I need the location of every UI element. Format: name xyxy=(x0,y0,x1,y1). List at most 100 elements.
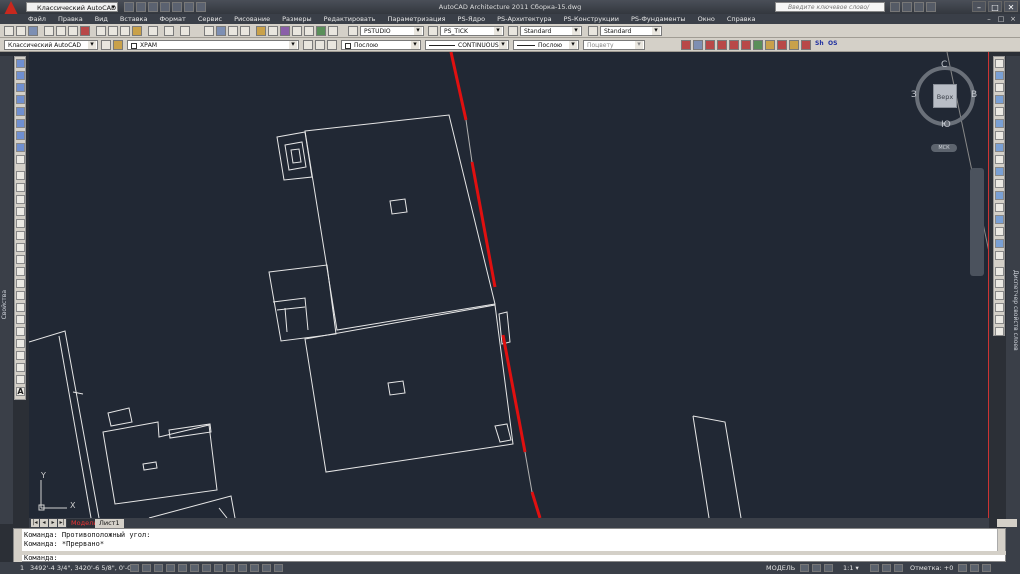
restore-button[interactable]: □ xyxy=(988,1,1002,12)
arc-icon[interactable] xyxy=(16,231,25,240)
spline-icon[interactable] xyxy=(16,267,25,276)
layer-state-icon[interactable] xyxy=(327,40,337,50)
doc-restore-icon[interactable]: □ xyxy=(996,15,1006,23)
zoom-previous-icon[interactable] xyxy=(240,26,250,36)
close-button[interactable]: ✕ xyxy=(1004,1,1018,12)
print-icon[interactable] xyxy=(44,26,54,36)
zoom-window-icon[interactable] xyxy=(228,26,238,36)
layer-properties-palette-label[interactable]: Диспетчер свойств слоев xyxy=(1008,270,1019,351)
lock-icon[interactable] xyxy=(958,564,967,572)
layer-previous-icon[interactable] xyxy=(315,40,325,50)
undo-icon[interactable] xyxy=(172,2,182,12)
menu-ps-architecture[interactable]: PS-Архитектура xyxy=(497,15,552,23)
mleader-style-select[interactable]: Standard xyxy=(600,26,662,36)
quickcalc-icon[interactable] xyxy=(316,26,326,36)
drawing-hscroll[interactable] xyxy=(997,519,1017,527)
doc-close-icon[interactable]: × xyxy=(1008,15,1018,23)
next-tab-arrow[interactable]: ▸ xyxy=(49,519,57,527)
scale-icon[interactable] xyxy=(995,155,1004,164)
rectangle-icon[interactable] xyxy=(16,219,25,228)
quick-view-layouts-icon[interactable] xyxy=(800,564,809,572)
save-icon[interactable] xyxy=(148,2,158,12)
paste-icon[interactable] xyxy=(120,26,130,36)
pan-icon[interactable] xyxy=(204,26,214,36)
ps-tool-2-icon[interactable] xyxy=(693,40,703,50)
mleader-style-icon[interactable] xyxy=(588,26,598,36)
ellipse-icon[interactable] xyxy=(16,279,25,288)
ps-tool-7-icon[interactable] xyxy=(753,40,763,50)
sheet-set-icon[interactable] xyxy=(292,26,302,36)
ps-tool-8-icon[interactable] xyxy=(765,40,775,50)
annotation-scale[interactable]: 1:1 ▾ xyxy=(843,564,859,572)
ps-tool-1-icon[interactable] xyxy=(681,40,691,50)
pan-status-icon[interactable] xyxy=(824,564,833,572)
navigation-bar[interactable] xyxy=(970,168,984,276)
help-icon[interactable] xyxy=(926,2,936,12)
menu-parametric[interactable]: Параметризация xyxy=(388,15,446,23)
ps-tool-10-icon[interactable] xyxy=(789,40,799,50)
layer-tool-4-icon[interactable] xyxy=(995,303,1004,312)
ellipse-arc-icon[interactable] xyxy=(16,291,25,300)
ps-tool-f-icon[interactable] xyxy=(16,119,25,128)
last-tab-arrow[interactable]: ▸| xyxy=(58,519,66,527)
ducs-toggle-icon[interactable] xyxy=(214,564,223,572)
os-button[interactable]: OS xyxy=(828,40,840,50)
ps-tool-a-icon[interactable] xyxy=(16,59,25,68)
menu-ps-foundations[interactable]: PS-Фундаменты xyxy=(631,15,686,23)
pencil-icon[interactable] xyxy=(995,59,1004,68)
move-icon[interactable] xyxy=(995,131,1004,140)
join-icon[interactable] xyxy=(995,215,1004,224)
open-icon[interactable] xyxy=(136,2,146,12)
menu-edit[interactable]: Правка xyxy=(58,15,83,23)
ps-tool-5-icon[interactable] xyxy=(729,40,739,50)
lineweight-select[interactable]: Послою xyxy=(513,40,579,50)
ps-tool-e-icon[interactable] xyxy=(16,107,25,116)
insert-block-icon[interactable] xyxy=(16,303,25,312)
menu-help[interactable]: Справка xyxy=(727,15,756,23)
model-space-toggle[interactable]: МОДЕЛЬ xyxy=(766,564,795,572)
communication-center-icon[interactable] xyxy=(902,2,912,12)
mirror-icon[interactable] xyxy=(995,95,1004,104)
redo-icon[interactable] xyxy=(184,2,194,12)
properties-icon[interactable] xyxy=(256,26,266,36)
qnew-icon[interactable] xyxy=(4,26,14,36)
menu-dimension[interactable]: Размеры xyxy=(282,15,312,23)
ps-tool-h-icon[interactable] xyxy=(16,143,25,152)
plot-icon[interactable] xyxy=(196,2,206,12)
menu-window[interactable]: Окно xyxy=(698,15,715,23)
ps-tool-6-icon[interactable] xyxy=(741,40,751,50)
layer-tool-5-icon[interactable] xyxy=(995,315,1004,324)
revision-cloud-icon[interactable] xyxy=(16,255,25,264)
lwt-toggle-icon[interactable] xyxy=(238,564,247,572)
layer-tool-3-icon[interactable] xyxy=(995,291,1004,300)
ortho-toggle-icon[interactable] xyxy=(154,564,163,572)
dyn-toggle-icon[interactable] xyxy=(226,564,235,572)
color-select[interactable]: Послою xyxy=(341,40,421,50)
tab-layout1[interactable]: Лист1 xyxy=(95,519,124,528)
ps-tool-9-icon[interactable] xyxy=(777,40,787,50)
layer-tool-2-icon[interactable] xyxy=(995,279,1004,288)
match-properties-icon[interactable] xyxy=(132,26,142,36)
menu-format[interactable]: Формат xyxy=(159,15,185,23)
publish-icon[interactable] xyxy=(68,26,78,36)
table-style-select[interactable]: Standard xyxy=(520,26,582,36)
layer-tool-1-icon[interactable] xyxy=(995,267,1004,276)
osnap-toggle-icon[interactable] xyxy=(178,564,187,572)
fillet-icon[interactable] xyxy=(995,239,1004,248)
ps-tool-d-icon[interactable] xyxy=(16,95,25,104)
compass-north[interactable]: С xyxy=(941,60,947,70)
circle-icon[interactable] xyxy=(16,243,25,252)
break-icon[interactable] xyxy=(995,203,1004,212)
wcs-menu[interactable]: МСК xyxy=(931,144,957,152)
save-file-icon[interactable] xyxy=(28,26,38,36)
menu-draw[interactable]: Рисование xyxy=(234,15,270,23)
layer-tool-6-icon[interactable] xyxy=(995,327,1004,336)
text-style-icon[interactable] xyxy=(348,26,358,36)
ps-tool-4-icon[interactable] xyxy=(717,40,727,50)
ps-tool-g-icon[interactable] xyxy=(16,131,25,140)
make-block-icon[interactable] xyxy=(16,315,25,324)
doc-minimize-icon[interactable]: – xyxy=(984,15,994,23)
help-search-input[interactable]: Введите ключевое слово/фразу xyxy=(775,2,885,21)
annotation-visibility-icon[interactable] xyxy=(870,564,879,572)
sh-button[interactable]: Sh xyxy=(815,40,827,50)
